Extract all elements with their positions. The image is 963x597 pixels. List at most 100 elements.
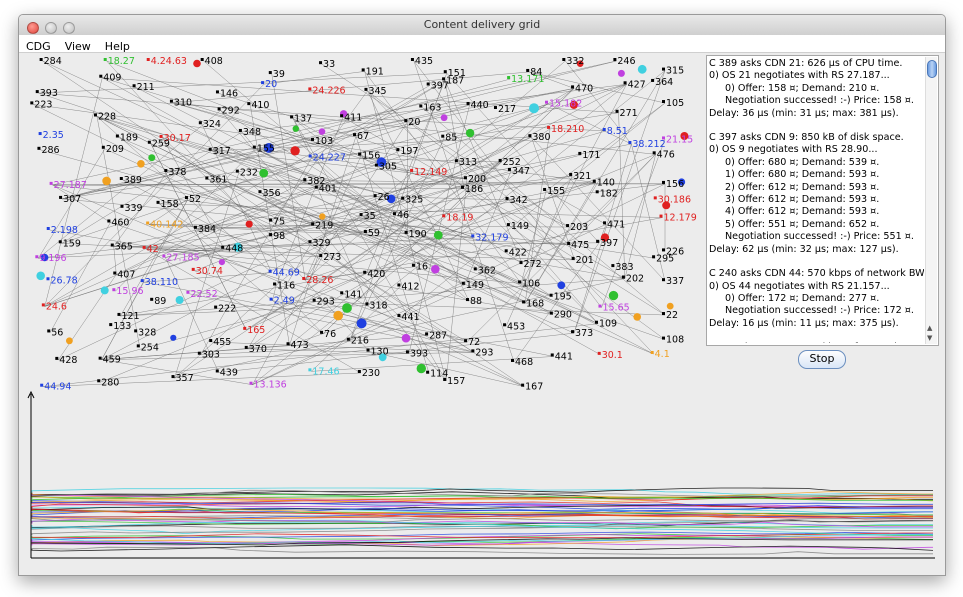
graph-node[interactable] (66, 337, 73, 345)
graph-node-label: 272 (524, 259, 542, 270)
graph-node[interactable] (617, 69, 625, 77)
graph-node-marker (46, 277, 50, 281)
scroll-up-arrow-icon[interactable]: ▲ (927, 324, 932, 332)
graph-node[interactable] (137, 160, 145, 168)
graph-node[interactable] (440, 114, 448, 122)
graph-node[interactable] (290, 146, 300, 156)
graph-node[interactable] (259, 168, 269, 178)
graph-node-marker (571, 85, 575, 89)
graph-node[interactable] (36, 271, 45, 281)
graph-node-marker (55, 356, 59, 360)
timeline-series (31, 487, 934, 555)
graph-node-label: 328 (138, 327, 156, 338)
graph-node-marker (269, 218, 273, 222)
graph-node[interactable] (218, 259, 225, 266)
log-scrollbar[interactable]: ▲ ▼ (925, 57, 937, 344)
graph-node-marker (303, 178, 307, 182)
graph-node-marker (134, 329, 138, 333)
graph-node[interactable] (170, 334, 177, 341)
graph-node-marker (40, 383, 44, 387)
graph-node-label: 182 (600, 188, 618, 199)
graph-node-marker (602, 127, 606, 131)
graph-node-marker (401, 196, 405, 200)
graph-node-label: 362 (478, 265, 496, 276)
graph-node-marker (595, 190, 599, 194)
graph-node-label: 286 (41, 145, 59, 156)
graph-node-label: 202 (626, 273, 644, 284)
graph-edge (113, 242, 600, 247)
graph-node-marker (198, 121, 202, 125)
graph-node[interactable] (100, 286, 109, 295)
graph-node-label: 254 (141, 342, 159, 353)
title-bar[interactable]: Content delivery grid (19, 15, 945, 36)
graph-node-label: 230 (362, 368, 380, 379)
graph-node-marker (365, 302, 369, 306)
graph-node-marker (238, 128, 242, 132)
graph-node-marker (162, 254, 166, 258)
graph-node[interactable] (102, 176, 111, 186)
graph-node-marker (662, 180, 665, 184)
graph-node[interactable] (557, 281, 566, 290)
graph-node[interactable] (666, 302, 674, 310)
graph-labels: 284 18.27 4.24.63 4083933191435151 84332 2463… (30, 56, 697, 393)
graph-node-label: 287 (429, 330, 447, 341)
graph-node-marker (290, 115, 294, 119)
graph-node[interactable] (637, 64, 647, 74)
graph-node-marker (507, 76, 511, 80)
graph-node-marker (404, 119, 408, 123)
log-scrollbar-thumb[interactable] (927, 60, 937, 78)
graph-node[interactable] (319, 213, 326, 220)
graph-node[interactable] (401, 333, 411, 343)
graph-node-label: 186 (465, 184, 483, 195)
graph-node[interactable] (431, 264, 440, 274)
log-line: C 397 asks CDN 9: 850 kB of disk space. (709, 132, 904, 144)
graph-node[interactable] (356, 318, 367, 329)
graph-node-label: 384 (198, 224, 216, 235)
graph-node[interactable] (433, 230, 443, 240)
graph-node[interactable] (608, 290, 619, 301)
graph-node-label: 4.1 (655, 349, 670, 360)
graph-node[interactable] (193, 59, 201, 68)
graph-node-label: 59 (368, 228, 380, 239)
graph-node[interactable] (175, 296, 184, 304)
graph-node[interactable] (342, 303, 352, 313)
negotiation-log: C 389 asks CDN 21: 626 µs of CPU time. 0)… (709, 58, 924, 343)
graph-node-marker (169, 99, 173, 103)
graph-node-marker (442, 77, 446, 81)
graph-node-marker (567, 241, 571, 245)
graph-node-marker (361, 68, 365, 72)
graph-node-marker (311, 222, 315, 226)
graph-node-label: 15.96 (116, 286, 143, 297)
graph-node-marker (268, 71, 272, 75)
graph-node[interactable] (245, 220, 253, 228)
graph-node-marker (35, 255, 39, 259)
graph-node[interactable] (529, 103, 539, 114)
graph-node-label: 473 (291, 340, 309, 351)
graph-node-label: 116 (277, 280, 295, 291)
log-line: Negotiation successed! :-) Price: 551 ¤. (725, 231, 914, 243)
graph-node[interactable] (416, 363, 426, 374)
graph-node[interactable] (465, 128, 475, 138)
scroll-down-arrow-icon[interactable]: ▼ (927, 334, 932, 342)
network-graph[interactable]: 284 18.27 4.24.63 408 39 33 191 435 151 84 332 246 3… (21, 53, 705, 398)
graph-node[interactable] (148, 154, 156, 162)
timeline-line (31, 487, 933, 496)
graph-node[interactable] (633, 313, 641, 321)
graph-node-label: 15.182 (549, 99, 582, 110)
graph-node-marker (662, 336, 665, 340)
negotiation-log-panel[interactable]: C 389 asks CDN 21: 626 µs of CPU time. 0)… (706, 55, 939, 346)
graph-node-label: 325 (405, 195, 423, 206)
graph-node-label: 18.27 (108, 56, 135, 67)
graph-node-marker (117, 312, 121, 316)
graph-node-label: 157 (447, 376, 465, 387)
graph-node-marker (215, 369, 219, 373)
stop-button[interactable]: Stop (798, 350, 846, 369)
graph-node[interactable] (318, 128, 326, 135)
graph-node-marker (150, 297, 154, 301)
graph-node-label: 56 (51, 327, 63, 338)
graph-node-marker (562, 58, 566, 61)
graph-node[interactable] (292, 125, 299, 132)
graph-node[interactable] (333, 310, 344, 321)
graph-node-marker (320, 330, 324, 334)
